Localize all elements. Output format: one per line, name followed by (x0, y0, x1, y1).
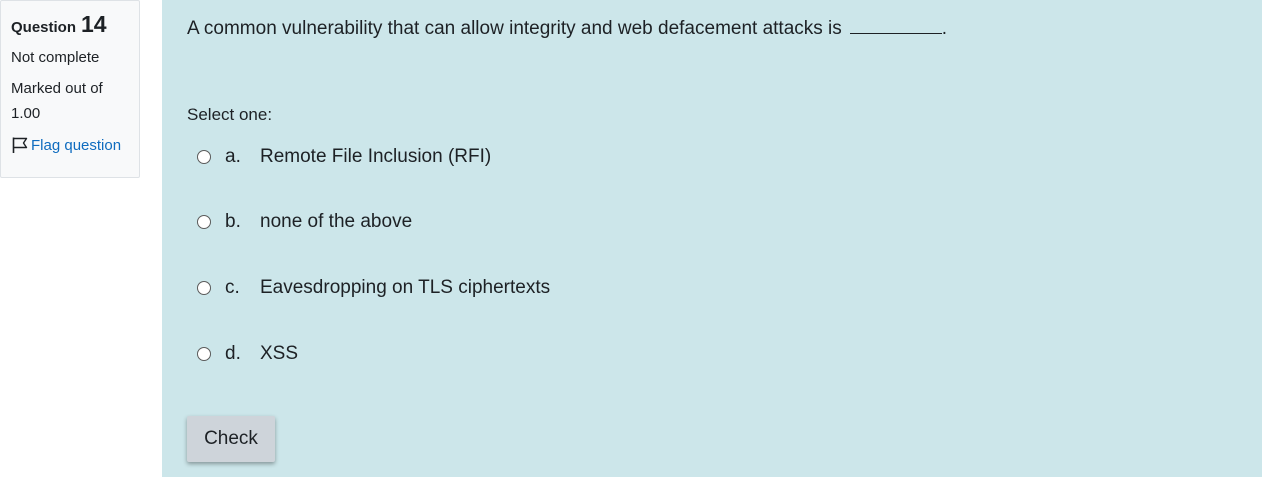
question-state: Not complete (11, 49, 100, 66)
select-prompt: Select one: (187, 105, 273, 124)
grade-label: Marked out of (11, 80, 103, 97)
question-text-body: A common vulnerability that can allow in… (187, 18, 842, 39)
answer-blank (849, 32, 942, 34)
option-b-radio[interactable] (197, 215, 211, 229)
flag-icon (12, 137, 28, 153)
option-d-radio[interactable] (197, 347, 211, 361)
option-a[interactable]: a. Remote File Inclusion (RFI) (197, 146, 491, 168)
question-word: Question (11, 19, 77, 36)
question-content: A common vulnerability that can allow in… (162, 0, 1262, 477)
option-b-letter: b. (225, 211, 241, 232)
option-a-text: Remote File Inclusion (RFI) (260, 146, 492, 167)
option-c[interactable]: c. Eavesdropping on TLS ciphertexts (197, 277, 550, 299)
flag-question-link[interactable]: Flag question (11, 136, 129, 154)
flag-question-label: Flag question (31, 136, 122, 154)
question-number-heading: Question 14 (11, 11, 129, 38)
option-b-text: none of the above (260, 211, 413, 232)
option-d[interactable]: d. XSS (197, 343, 298, 365)
option-c-radio[interactable] (197, 281, 211, 295)
option-c-letter: c. (225, 277, 240, 298)
option-d-text: XSS (260, 343, 299, 364)
question-text-trailing: . (941, 18, 948, 39)
question-info-panel: Question 14 Not complete Marked out of 1… (0, 0, 140, 178)
option-a-radio[interactable] (197, 150, 211, 164)
question-number: 14 (81, 11, 107, 37)
option-b[interactable]: b. none of the above (197, 211, 412, 233)
question-text: A common vulnerability that can allow in… (187, 18, 947, 40)
option-c-text: Eavesdropping on TLS ciphertexts (260, 277, 551, 298)
question-grade: Marked out of 1.00 (11, 76, 121, 126)
check-button[interactable]: Check (187, 416, 275, 462)
option-d-letter: d. (225, 343, 241, 364)
grade-value: 1.00 (11, 105, 41, 122)
option-a-letter: a. (225, 146, 241, 167)
